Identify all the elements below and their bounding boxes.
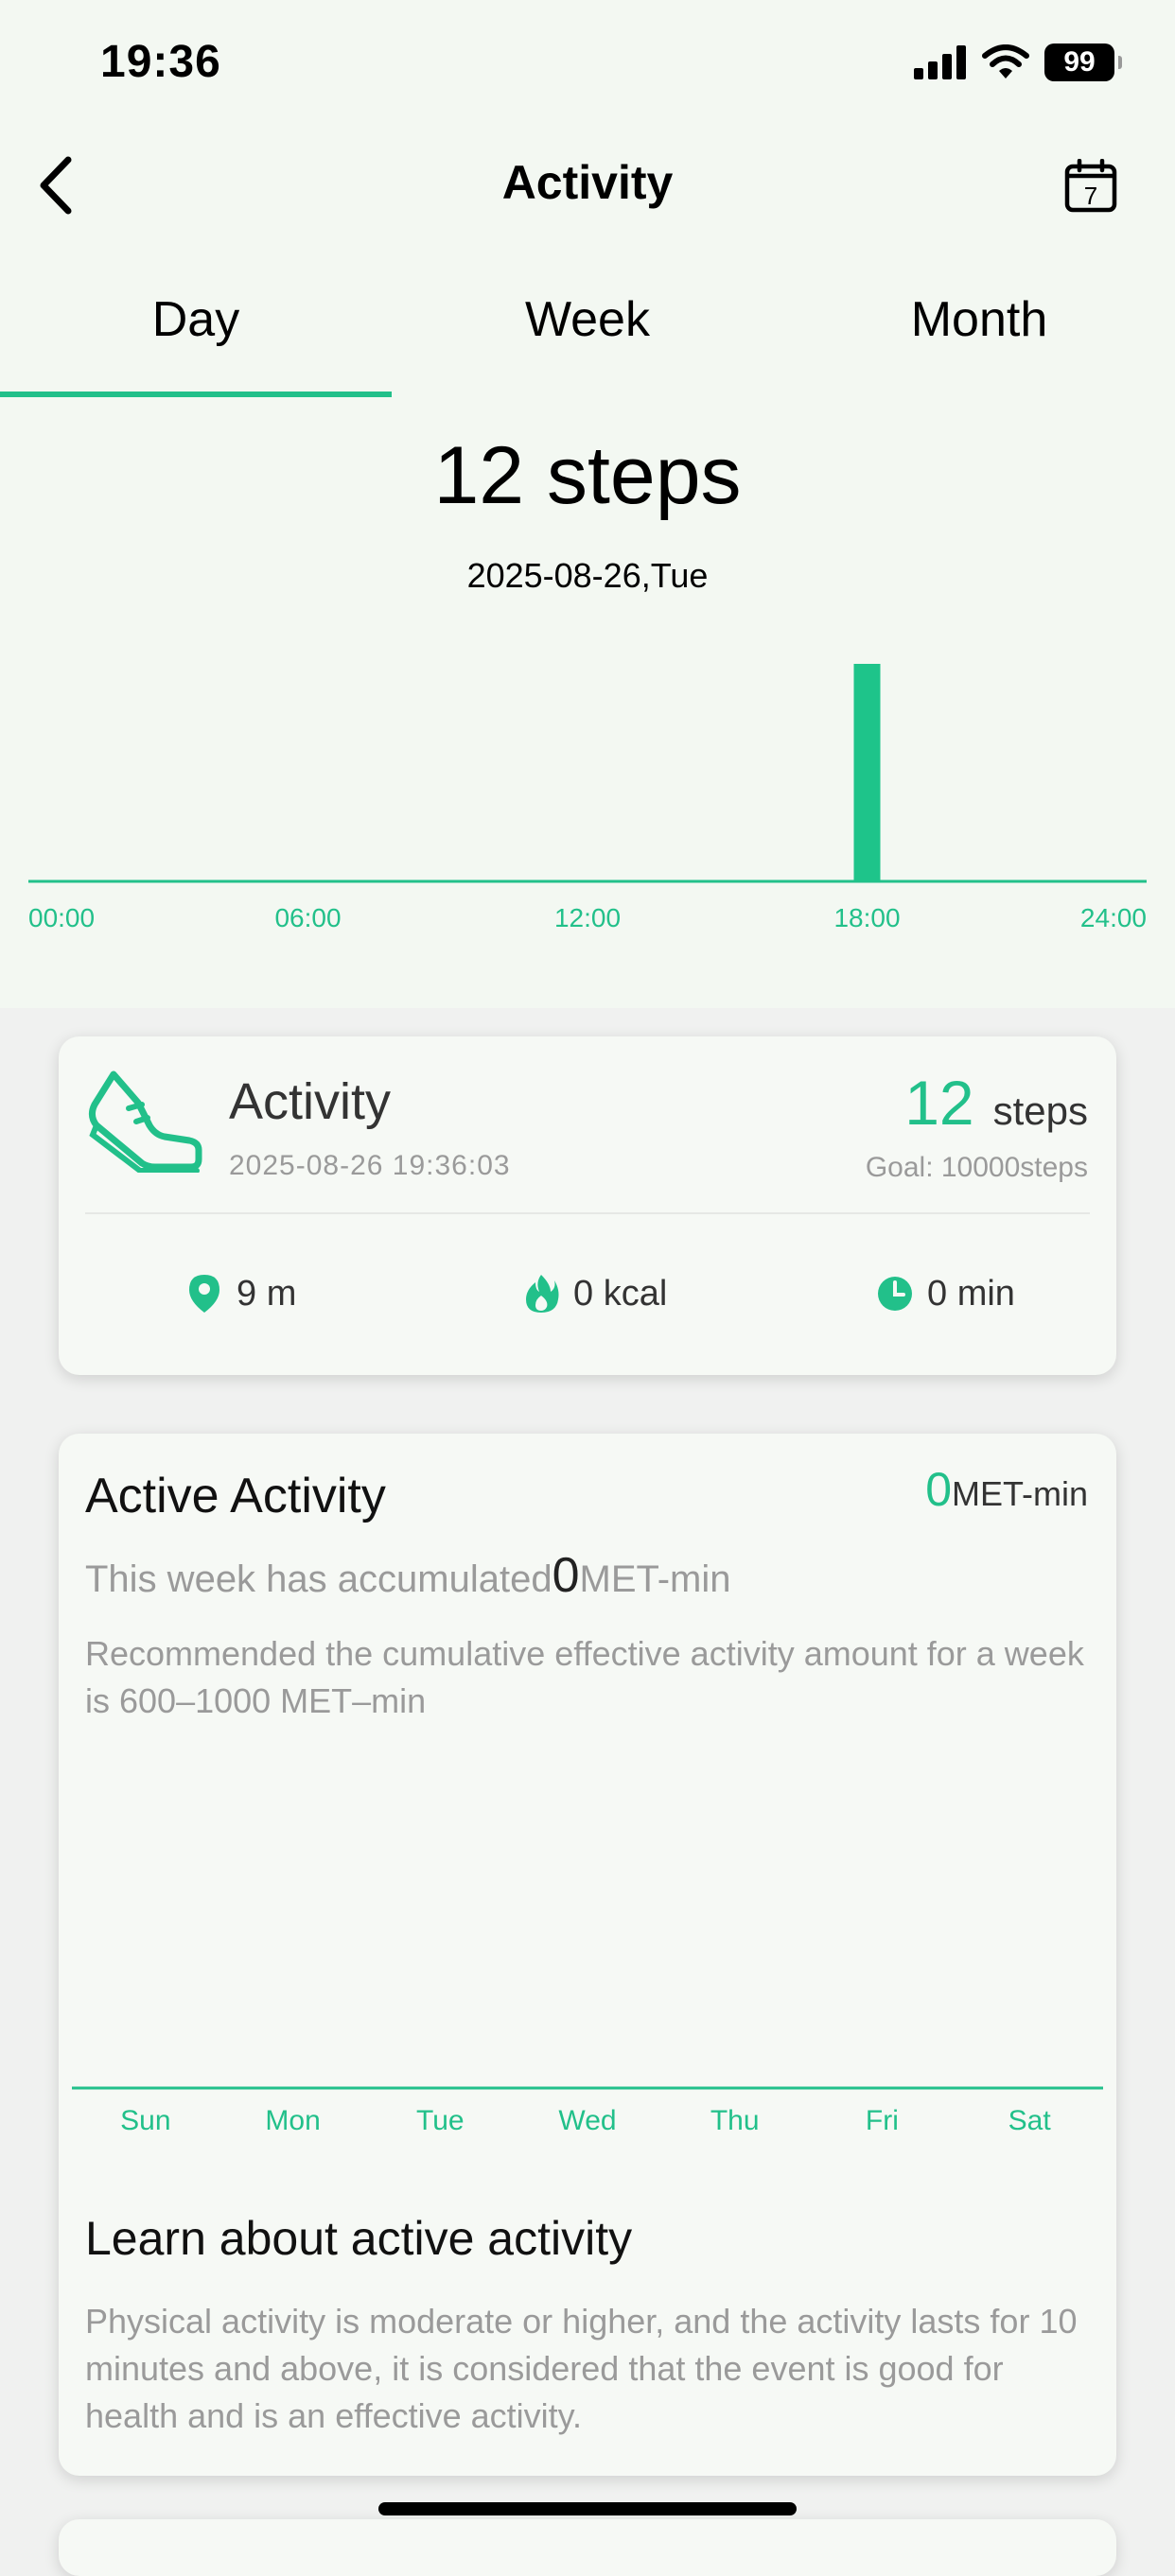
activity-timestamp: 2025-08-26 19:36:03 [229, 1150, 511, 1181]
duration-metric: 0 min [876, 1273, 1015, 1314]
shoe-icon [88, 1070, 202, 1173]
activity-steps-unit: steps [992, 1088, 1088, 1133]
calendar-button[interactable]: 7 [1063, 158, 1118, 214]
active-activity-title: Active Activity [85, 1469, 386, 1523]
tab-month[interactable]: Month [783, 274, 1175, 397]
tab-day[interactable]: Day [0, 274, 392, 397]
learn-title: Learn about active activity [85, 2212, 633, 2265]
met-value-number: 0 [925, 1463, 952, 1516]
distance-value: 9 m [237, 1273, 297, 1314]
calories-value: 0 kcal [573, 1273, 668, 1314]
steps-total: 12 steps [433, 430, 742, 521]
calendar-day: 7 [1084, 182, 1097, 210]
tab-week[interactable]: Week [392, 274, 783, 397]
status-time: 19:36 [100, 37, 221, 87]
learn-body: Physical activity is moderate or higher,… [85, 2302, 1078, 2435]
x-tick-label: Wed [558, 2105, 616, 2136]
selected-date: 2025-08-26,Tue [466, 556, 709, 595]
activity-steps-value: 12 [904, 1068, 974, 1138]
signal-icon [914, 45, 966, 79]
x-tick-label: Fri [866, 2105, 899, 2136]
wifi-icon [982, 44, 1029, 78]
battery-icon: 99 [1044, 44, 1122, 81]
met-value: 0 MET-min [925, 1462, 1088, 1517]
duration-value: 0 min [927, 1273, 1015, 1314]
flame-icon [526, 1275, 559, 1313]
x-tick-label: Mon [265, 2105, 320, 2136]
battery-level: 99 [1063, 46, 1096, 78]
activity-goal: Goal: 10000steps [865, 1152, 1088, 1183]
week-accumulated: This week has accumulated 0 MET-min [85, 1547, 731, 1604]
location-pin-icon [189, 1275, 219, 1313]
activity-card[interactable]: Activity 2025-08-26 19:36:03 12 steps Go… [59, 1036, 1116, 1375]
x-tick-label: Sat [1008, 2105, 1052, 2136]
day-steps-chart: 00:00 06:00 12:00 18:00 24:00 [28, 664, 1147, 932]
weekly-met-chart: Sun Mon Tue Wed Thu Fri Sat [72, 2086, 1103, 2136]
met-value-unit: MET-min [952, 1474, 1088, 1513]
x-tick-label: 06:00 [274, 903, 341, 932]
x-tick-label: Thu [710, 2105, 760, 2136]
x-tick-label: 18:00 [833, 903, 900, 932]
step-bar [853, 664, 881, 881]
recommendation-text: Recommended the cumulative effective act… [85, 1634, 1084, 1720]
calories-metric: 0 kcal [522, 1273, 667, 1314]
clock-icon [878, 1277, 912, 1311]
period-tabs: Day Week Month [0, 274, 1175, 397]
home-indicator[interactable] [378, 2502, 797, 2515]
divider [85, 1212, 1090, 1214]
activity-title: Activity [229, 1073, 392, 1130]
x-tick-label: Sun [120, 2105, 170, 2136]
week-accumulated-label: This week has accumulated [85, 1558, 552, 1600]
x-tick-label: Tue [416, 2105, 465, 2136]
distance-metric: 9 m [185, 1273, 296, 1314]
week-accumulated-value: 0 [552, 1548, 580, 1603]
week-accumulated-unit: MET-min [579, 1558, 731, 1600]
next-card [59, 2519, 1116, 2576]
status-icons: 99 [914, 44, 1122, 81]
x-tick-label: 12:00 [554, 903, 621, 932]
calendar-icon: 7 [1064, 158, 1117, 213]
page-title: Activity [501, 156, 674, 209]
activity-steps: 12 steps [904, 1067, 1088, 1139]
x-tick-label: 24:00 [1080, 903, 1147, 932]
active-activity-card[interactable]: Active Activity 0 MET-min This week has … [59, 1434, 1116, 2476]
x-tick-label: 00:00 [28, 903, 95, 932]
